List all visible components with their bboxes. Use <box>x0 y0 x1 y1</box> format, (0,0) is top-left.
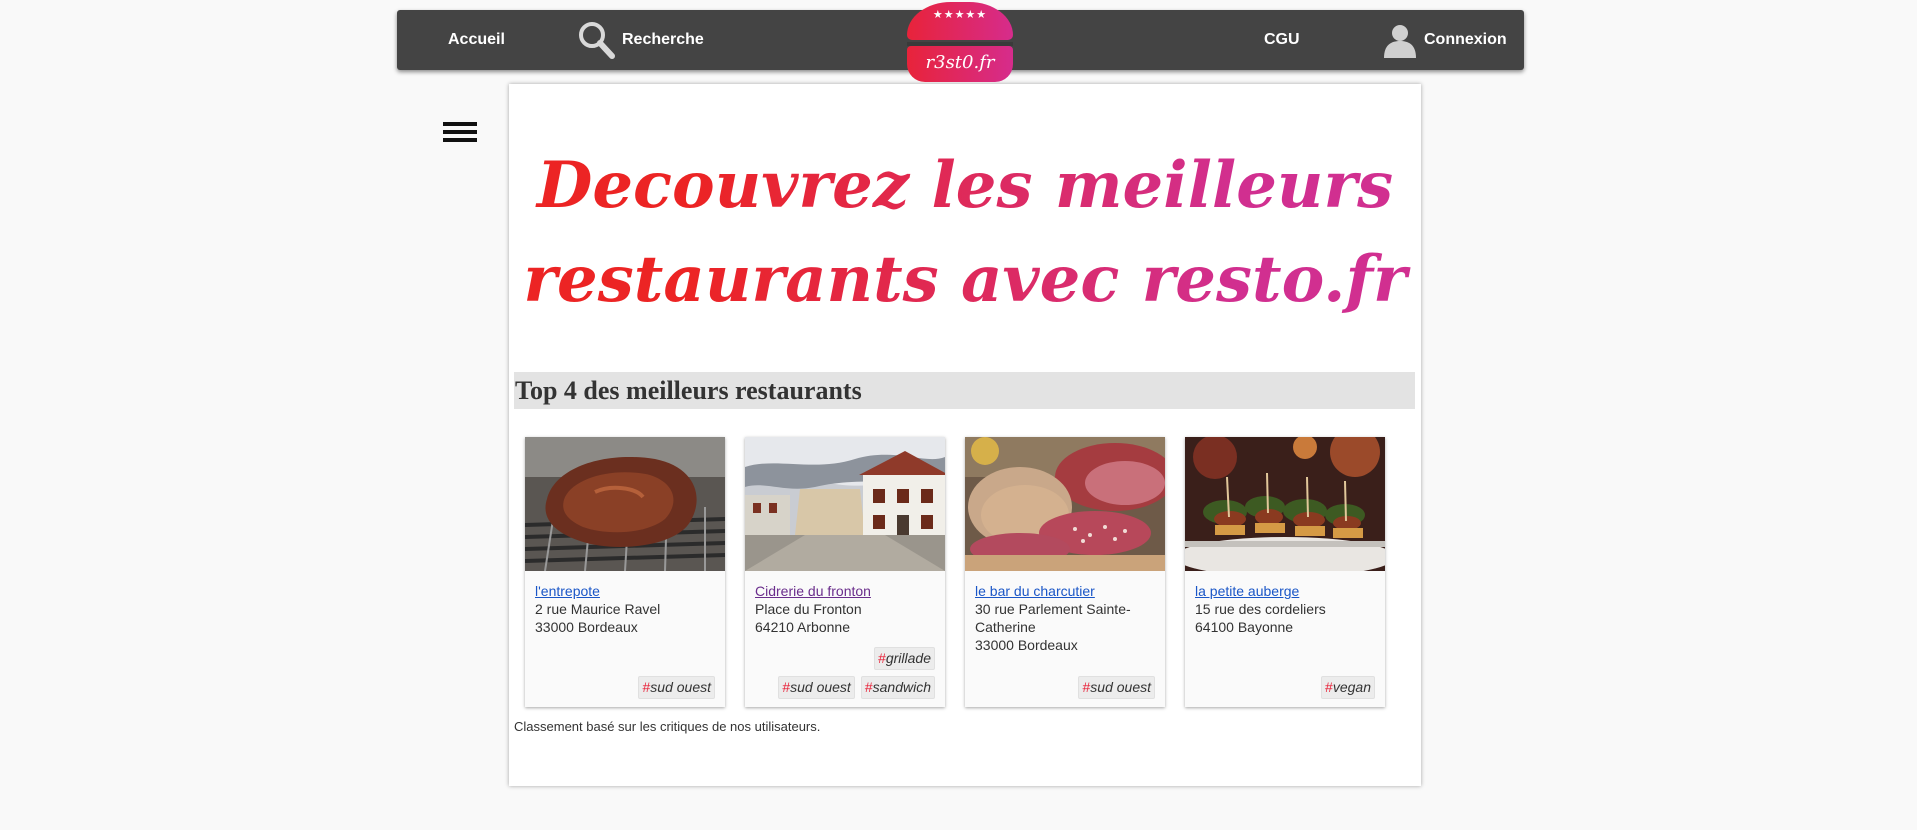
user-icon <box>1384 25 1416 58</box>
restaurant-address-line: 15 rue des cordeliers <box>1195 601 1326 617</box>
restaurant-address-line: 2 rue Maurice Ravel <box>535 601 661 617</box>
main-content-panel: Decouvrez les meilleurs restaurants avec… <box>509 84 1421 786</box>
restaurant-city-line: 33000 Bordeaux <box>535 619 638 635</box>
restaurant-address-line: Place du Fronton <box>755 601 862 617</box>
restaurant-tags: #sud ouest <box>525 676 715 699</box>
hash-icon: # <box>1325 679 1333 695</box>
tag-label: sandwich <box>872 679 931 695</box>
basque-house-photo[interactable] <box>745 437 945 571</box>
tag-label: sud ouest <box>790 679 851 695</box>
tag-vegan[interactable]: #vegan <box>1321 676 1375 699</box>
tag-sud-ouest[interactable]: #sud ouest <box>1078 676 1155 699</box>
search-icon <box>579 22 615 59</box>
restaurant-card[interactable]: l'entrepote 2 rue Maurice Ravel 33000 Bo… <box>525 437 725 707</box>
logo-stars-icon: ★★★★★ <box>932 9 988 21</box>
restaurant-city-line: 64100 Bayonne <box>1195 619 1294 635</box>
restaurant-tags: #sud ouest #sandwich #grillade <box>745 647 935 699</box>
hash-icon: # <box>878 650 886 666</box>
restaurant-tags: #vegan <box>1185 676 1375 699</box>
restaurant-name-link[interactable]: le bar du charcutier <box>975 583 1095 599</box>
hamburger-menu-icon[interactable] <box>443 122 477 142</box>
logo-text: r3st0.fr <box>907 46 1013 82</box>
restaurant-city-line: 64210 Arbonne <box>755 619 850 635</box>
tag-grillade[interactable]: #grillade <box>874 647 935 670</box>
tag-label: vegan <box>1332 679 1371 695</box>
restaurant-card-body: le bar du charcutier 30 rue Parlement Sa… <box>975 582 1157 654</box>
nav-login-label: Connexion <box>1424 31 1507 48</box>
tag-label: sud ouest <box>650 679 711 695</box>
tag-label: grillade <box>885 650 931 666</box>
restaurant-tags: #sud ouest <box>965 676 1155 699</box>
site-logo[interactable]: ★★★★★ r3st0.fr <box>907 2 1013 82</box>
hero-title-line-2: restaurants avec resto.fr <box>523 242 1407 317</box>
restaurant-city-line: 33000 Bordeaux <box>975 637 1078 653</box>
restaurant-name-link[interactable]: Cidrerie du fronton <box>755 583 871 599</box>
nav-home-link[interactable]: Accueil <box>448 10 505 70</box>
nav-search-link[interactable]: Recherche <box>576 10 704 70</box>
tag-sud-ouest[interactable]: #sud ouest <box>778 676 855 699</box>
hamburger-line <box>443 122 477 126</box>
ranking-footnote: Classement basé sur les critiques de nos… <box>514 719 821 734</box>
section-title: Top 4 des meilleurs restaurants <box>514 372 1415 409</box>
restaurant-card-body: la petite auberge 15 rue des cordeliers … <box>1195 582 1377 636</box>
restaurant-card[interactable]: Cidrerie du fronton Place du Fronton 642… <box>745 437 945 707</box>
grilled-steak-photo[interactable] <box>525 437 725 571</box>
hash-icon: # <box>782 679 791 695</box>
tag-sud-ouest[interactable]: #sud ouest <box>638 676 715 699</box>
hamburger-line <box>443 130 477 134</box>
nav-search-label: Recherche <box>622 31 704 48</box>
saucisson-photo[interactable] <box>965 437 1165 571</box>
restaurant-card[interactable]: la petite auberge 15 rue des cordeliers … <box>1185 437 1385 707</box>
restaurant-name-link[interactable]: l'entrepote <box>535 583 600 599</box>
restaurant-card-body: Cidrerie du fronton Place du Fronton 642… <box>755 582 937 636</box>
tag-label: sud ouest <box>1090 679 1151 695</box>
nav-cgu-link[interactable]: CGU <box>1264 10 1300 70</box>
restaurant-address-line: 30 rue Parlement Sainte-Catherine <box>975 601 1131 635</box>
hamburger-line <box>443 138 477 142</box>
restaurant-name-link[interactable]: la petite auberge <box>1195 583 1299 599</box>
hero-title-line-1: Decouvrez les meilleurs <box>536 148 1394 223</box>
tag-sandwich[interactable]: #sandwich <box>860 676 935 699</box>
hash-icon: # <box>864 679 873 695</box>
restaurant-card[interactable]: le bar du charcutier 30 rue Parlement Sa… <box>965 437 1165 707</box>
hero-title: Decouvrez les meilleurs restaurants avec… <box>509 139 1421 327</box>
restaurant-card-body: l'entrepote 2 rue Maurice Ravel 33000 Bo… <box>535 582 717 636</box>
tapas-photo[interactable] <box>1185 437 1385 571</box>
nav-login-link[interactable]: Connexion <box>1382 10 1507 70</box>
